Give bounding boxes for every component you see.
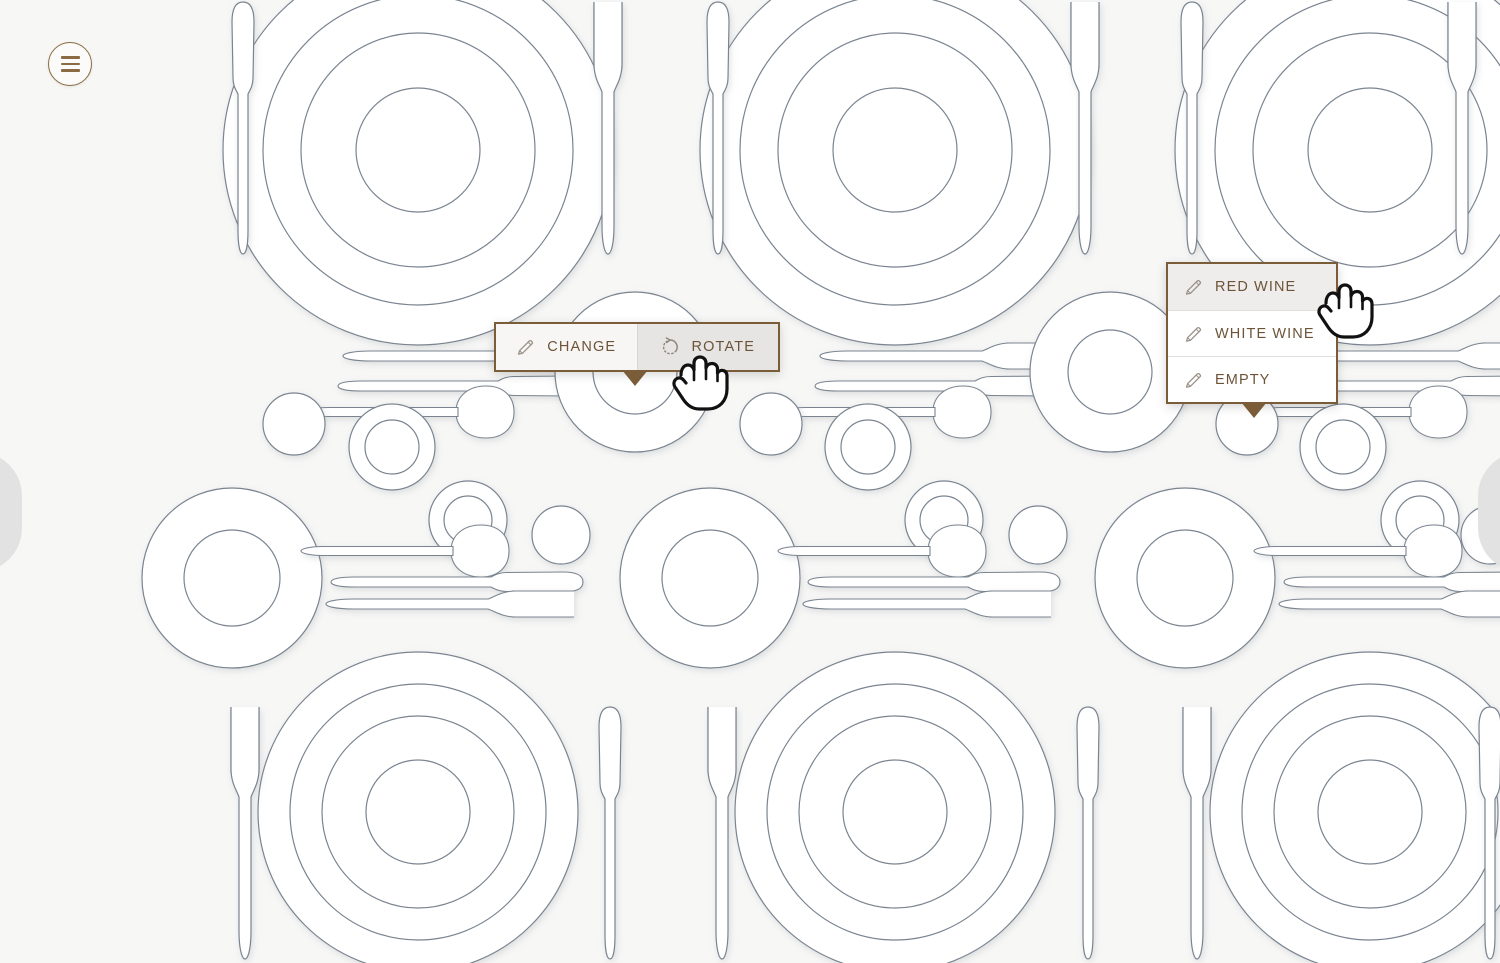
place-setting-bottom-2[interactable]: [707, 651, 1100, 963]
hamburger-icon: [60, 69, 80, 72]
glass: [739, 392, 803, 456]
pencil-icon: [1185, 372, 1202, 388]
place-setting-top-1[interactable]: [222, 0, 623, 346]
menu-item-white-wine[interactable]: WHITE WINE: [1168, 310, 1336, 356]
fork: [707, 706, 737, 960]
fork: [325, 590, 575, 618]
rotate-label: ROTATE: [691, 339, 756, 355]
change-button[interactable]: CHANGE: [496, 324, 637, 370]
spoon: [777, 524, 987, 578]
fork: [1182, 706, 1212, 960]
menu-item-red-wine[interactable]: RED WINE: [1168, 264, 1336, 310]
glass: [531, 505, 591, 565]
side-plate-mid-3[interactable]: [1094, 487, 1276, 669]
knife: [1283, 571, 1500, 593]
menu-item-label: RED WINE: [1215, 279, 1297, 295]
menu-item-label: WHITE WINE: [1215, 325, 1315, 342]
fork: [230, 706, 260, 960]
hamburger-icon: [60, 56, 80, 59]
fork: [1278, 590, 1500, 618]
hamburger-icon: [60, 62, 80, 66]
glass: [1008, 505, 1068, 565]
knife: [807, 571, 1061, 593]
knife: [330, 571, 584, 593]
rotate-ccw-icon: [663, 337, 679, 355]
wine-option-menu[interactable]: RED WINE WHITE WINE EMPTY: [1166, 262, 1338, 418]
side-plate-mid-1[interactable]: [141, 487, 323, 669]
side-plate-mid-2[interactable]: [619, 487, 801, 669]
change-label: CHANGE: [547, 339, 617, 355]
place-setting-bottom-1[interactable]: [230, 651, 622, 963]
hamburger-menu-button[interactable]: [48, 42, 92, 86]
place-setting-top-2[interactable]: [699, 0, 1100, 346]
pencil-icon: [518, 339, 534, 355]
spoon: [1253, 524, 1463, 578]
toolbar-caret: [622, 370, 648, 386]
pencil-icon: [1185, 279, 1202, 295]
table-scene[interactable]: [0, 0, 1500, 963]
object-action-toolbar[interactable]: CHANGE ROTATE: [494, 322, 780, 386]
spoon: [300, 524, 510, 578]
menu-item-label: EMPTY: [1215, 371, 1271, 388]
fork: [802, 590, 1052, 618]
knife: [598, 706, 622, 960]
cutlery-group-mid-2[interactable]: [782, 342, 1069, 439]
rotate-button[interactable]: ROTATE: [636, 324, 778, 370]
menu-caret: [1241, 402, 1267, 418]
menu-item-empty[interactable]: EMPTY: [1168, 356, 1336, 402]
glass: [262, 392, 326, 456]
knife: [1076, 706, 1100, 960]
pencil-icon: [1185, 326, 1202, 342]
table-planner-canvas[interactable]: CHANGE ROTATE RED WINE WHITE WINE EMPTY: [0, 0, 1500, 963]
place-setting-bottom-3[interactable]: [1182, 651, 1500, 963]
